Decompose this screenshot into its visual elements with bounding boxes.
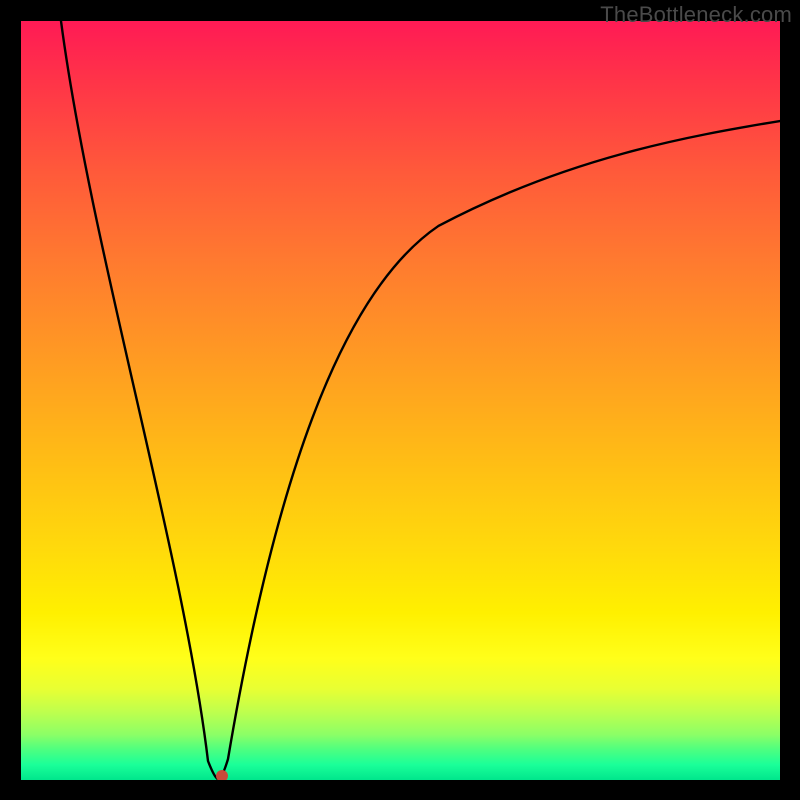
plot-area [21,21,780,780]
optimal-point-marker [216,770,228,780]
watermark-text: TheBottleneck.com [600,2,792,28]
bottleneck-curve [21,21,780,780]
chart-frame: TheBottleneck.com [0,0,800,800]
